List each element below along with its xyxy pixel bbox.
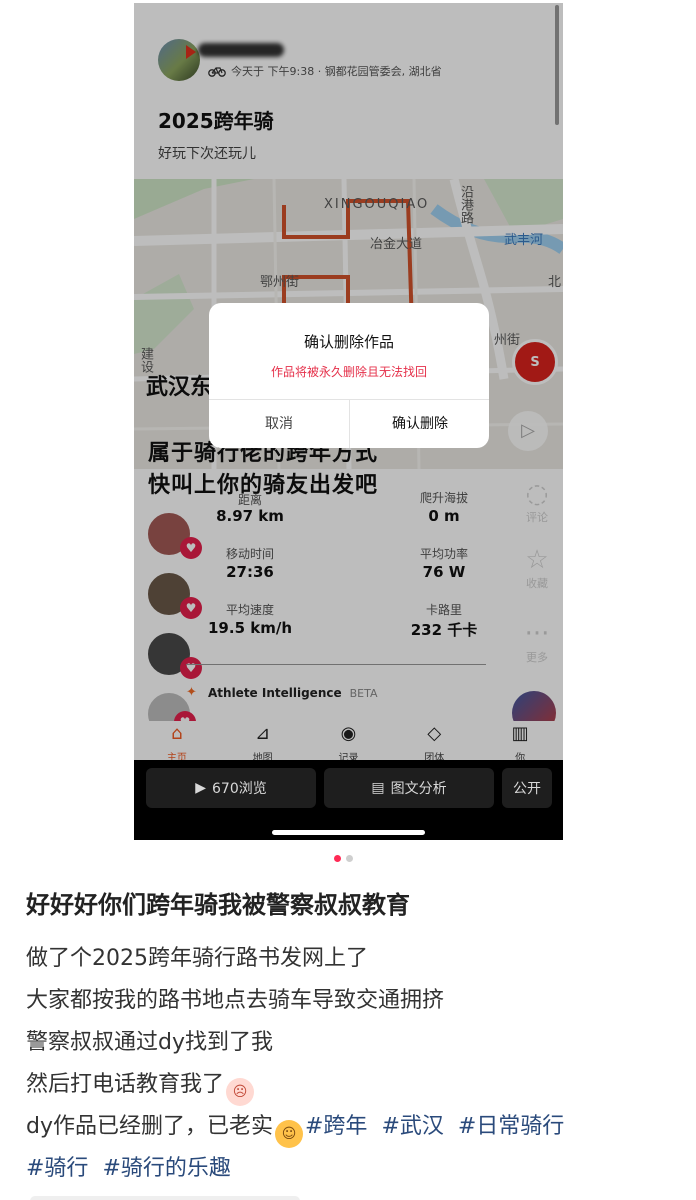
pager-dot-active[interactable]: [334, 855, 341, 862]
dialog-title: 确认删除作品: [303, 333, 394, 351]
chart-icon: ▤: [371, 780, 385, 796]
hashtag-link[interactable]: #武汉: [381, 1114, 443, 1139]
post-line-3: 警察叔叔通过dy找到了我: [26, 1030, 273, 1055]
analysis-label: 图文分析: [390, 781, 447, 797]
visibility-button[interactable]: 公开: [502, 768, 552, 808]
crying-emoji-icon: ☹: [226, 1078, 255, 1106]
pager-dot[interactable]: [346, 855, 353, 862]
home-indicator: [272, 830, 425, 835]
post-line-4-row: 然后打电话教育我了 ☹: [26, 1066, 256, 1106]
post-line-5-row: dy作品已经删了，已老实 ☺ #跨年 #武汉 #日常骑行: [26, 1108, 564, 1148]
hashtag-link[interactable]: #骑行: [26, 1156, 88, 1181]
post-tags-row: #骑行 #骑行的乐趣: [26, 1150, 231, 1182]
post-line-5: dy作品已经删了，已老实: [26, 1114, 273, 1139]
play-icon: ▶: [195, 780, 207, 796]
visibility-label: 公开: [513, 781, 541, 797]
hashtag-link[interactable]: #骑行的乐趣: [102, 1156, 230, 1181]
post-title: 好好好你们跨年骑我被警察叔叔教育: [26, 891, 410, 919]
shared-screenshot: 今天于 下午9:38 · 钢都花园管委会, 湖北省 2025跨年骑 好玩下次还玩…: [134, 3, 563, 840]
image-pager-dots: [334, 855, 353, 862]
post-line-4: 然后打电话教育我了: [26, 1072, 225, 1097]
hashtag-link[interactable]: #跨年: [305, 1114, 367, 1139]
comment-input-pill[interactable]: [30, 1196, 300, 1200]
post-line-1: 做了个2025跨年骑行路书发网上了: [26, 946, 368, 971]
post-action-bar: ▶ 670浏览 ▤ 图文分析 公开: [134, 760, 563, 840]
cancel-button[interactable]: 取消: [209, 400, 349, 448]
confirm-delete-button[interactable]: 确认删除: [350, 400, 489, 448]
hashtag-link[interactable]: #日常骑行: [458, 1114, 564, 1139]
obedient-emoji-icon: ☺: [275, 1120, 303, 1148]
post-line-2: 大家都按我的路书地点去骑车导致交通拥挤: [26, 988, 445, 1013]
delete-confirm-dialog: 确认删除作品 作品将被永久删除且无法找回 取消 确认删除: [209, 303, 489, 448]
analysis-button[interactable]: ▤ 图文分析: [324, 768, 494, 808]
dialog-message: 作品将被永久删除且无法找回: [270, 365, 427, 379]
views-button[interactable]: ▶ 670浏览: [146, 768, 316, 808]
views-label: 670浏览: [212, 781, 267, 797]
